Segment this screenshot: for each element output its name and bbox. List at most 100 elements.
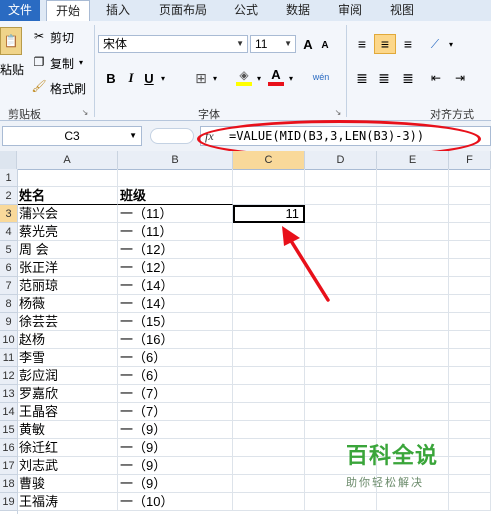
cell-f10[interactable] [449, 331, 491, 349]
column-header-f[interactable]: F [449, 151, 491, 169]
cell-f14[interactable] [449, 403, 491, 421]
cell-a9[interactable]: 徐芸芸 [17, 313, 118, 331]
chevron-down-icon[interactable]: ▾ [286, 69, 296, 87]
tab-file[interactable]: 文件 [0, 0, 40, 21]
cell-a18[interactable]: 曹骏 [17, 475, 118, 493]
cell-c10[interactable] [233, 331, 305, 349]
font-name-select[interactable]: 宋体 ▼ [98, 35, 248, 53]
select-all-corner[interactable] [0, 151, 17, 169]
cell-a19[interactable]: 王福涛 [17, 493, 118, 511]
chevron-down-icon[interactable]: ▾ [210, 69, 220, 87]
tab-formulas[interactable]: 公式 [226, 0, 266, 21]
cell-e11[interactable] [377, 349, 449, 367]
cell-a8[interactable]: 杨薇 [17, 295, 118, 313]
row-header[interactable]: 3 [0, 205, 17, 223]
cell-e10[interactable] [377, 331, 449, 349]
cell-c18[interactable] [233, 475, 305, 493]
column-header-e[interactable]: E [377, 151, 449, 169]
italic-button[interactable]: I [124, 69, 138, 87]
dialog-launcher-icon[interactable]: ↘ [80, 107, 90, 117]
cell-a12[interactable]: 彭应润 [17, 367, 118, 385]
copy-icon[interactable]: ❐ [32, 55, 46, 69]
align-bottom-icon[interactable]: ≡ [398, 35, 418, 53]
cell-a11[interactable]: 李雪 [17, 349, 118, 367]
cell-c12[interactable] [233, 367, 305, 385]
cell-a6[interactable]: 张正洋 [17, 259, 118, 277]
row-header[interactable]: 18 [0, 475, 17, 493]
tab-home[interactable]: 开始 [46, 0, 90, 23]
cell-d3[interactable] [305, 205, 377, 223]
phonetic-guide-icon[interactable]: wén [310, 67, 332, 87]
copy-button[interactable]: 复制 [50, 55, 74, 72]
paste-button[interactable]: 粘贴 [0, 61, 24, 78]
cell-e2[interactable] [377, 187, 449, 205]
column-header-d[interactable]: D [305, 151, 377, 169]
cell-a5[interactable]: 周 会 [17, 241, 118, 259]
tab-page-layout[interactable]: 页面布局 [150, 0, 216, 21]
row-header[interactable]: 11 [0, 349, 17, 367]
cell-f2[interactable] [449, 187, 491, 205]
cell-a14[interactable]: 王晶容 [17, 403, 118, 421]
cell-e6[interactable] [377, 259, 449, 277]
cell-b6[interactable]: 一（12） [118, 259, 233, 277]
cell-e3[interactable] [377, 205, 449, 223]
row-header[interactable]: 19 [0, 493, 17, 511]
row-header[interactable]: 9 [0, 313, 17, 331]
cell-e15[interactable] [377, 421, 449, 439]
cell-c16[interactable] [233, 439, 305, 457]
cell-b14[interactable]: 一（7） [118, 403, 233, 421]
row-header[interactable]: 2 [0, 187, 17, 205]
chevron-down-icon[interactable]: ▾ [446, 35, 456, 53]
cell-e14[interactable] [377, 403, 449, 421]
cell-b7[interactable]: 一（14） [118, 277, 233, 295]
grow-font-icon[interactable]: A [300, 35, 316, 53]
cell-f11[interactable] [449, 349, 491, 367]
cell-c15[interactable] [233, 421, 305, 439]
row-header[interactable]: 12 [0, 367, 17, 385]
row-header[interactable]: 14 [0, 403, 17, 421]
cell-e4[interactable] [377, 223, 449, 241]
cell-d14[interactable] [305, 403, 377, 421]
cell-d15[interactable] [305, 421, 377, 439]
cell-a17[interactable]: 刘志武 [17, 457, 118, 475]
column-header-a[interactable]: A [17, 151, 118, 169]
cell-c13[interactable] [233, 385, 305, 403]
chevron-down-icon[interactable]: ▾ [254, 69, 264, 87]
fill-color-icon[interactable]: ◈ [236, 67, 252, 87]
cell-e19[interactable] [377, 493, 449, 511]
cell-c17[interactable] [233, 457, 305, 475]
cell-b16[interactable]: 一（9） [118, 439, 233, 457]
cell-b15[interactable]: 一（9） [118, 421, 233, 439]
namebox-splitter[interactable] [150, 128, 194, 144]
cell-a3[interactable]: 蒲兴会 [17, 205, 118, 223]
cell-e9[interactable] [377, 313, 449, 331]
cell-d1[interactable] [305, 169, 377, 187]
cell-b17[interactable]: 一（9） [118, 457, 233, 475]
chevron-down-icon[interactable]: ▾ [76, 55, 86, 69]
cell-b1[interactable] [118, 169, 233, 187]
cell-b13[interactable]: 一（7） [118, 385, 233, 403]
cell-a1[interactable] [17, 169, 118, 187]
increase-indent-icon[interactable]: ⇥ [450, 69, 470, 87]
cell-d12[interactable] [305, 367, 377, 385]
cell-a7[interactable]: 范丽琼 [17, 277, 118, 295]
cell-b10[interactable]: 一（16） [118, 331, 233, 349]
cell-f12[interactable] [449, 367, 491, 385]
row-header[interactable]: 10 [0, 331, 17, 349]
cell-e13[interactable] [377, 385, 449, 403]
cell-e12[interactable] [377, 367, 449, 385]
cell-b5[interactable]: 一（12） [118, 241, 233, 259]
row-header[interactable]: 5 [0, 241, 17, 259]
tab-review[interactable]: 审阅 [330, 0, 370, 21]
align-left-icon[interactable]: ≣ [352, 69, 372, 87]
scissors-icon[interactable]: ✂ [32, 29, 46, 43]
cell-f6[interactable] [449, 259, 491, 277]
cell-b12[interactable]: 一（6） [118, 367, 233, 385]
align-top-icon[interactable]: ≡ [352, 35, 372, 53]
cell-e8[interactable] [377, 295, 449, 313]
cell-c19[interactable] [233, 493, 305, 511]
cell-b19[interactable]: 一（10） [118, 493, 233, 511]
cell-c2[interactable] [233, 187, 305, 205]
cell-f1[interactable] [449, 169, 491, 187]
align-right-icon[interactable]: ≣ [398, 69, 418, 87]
